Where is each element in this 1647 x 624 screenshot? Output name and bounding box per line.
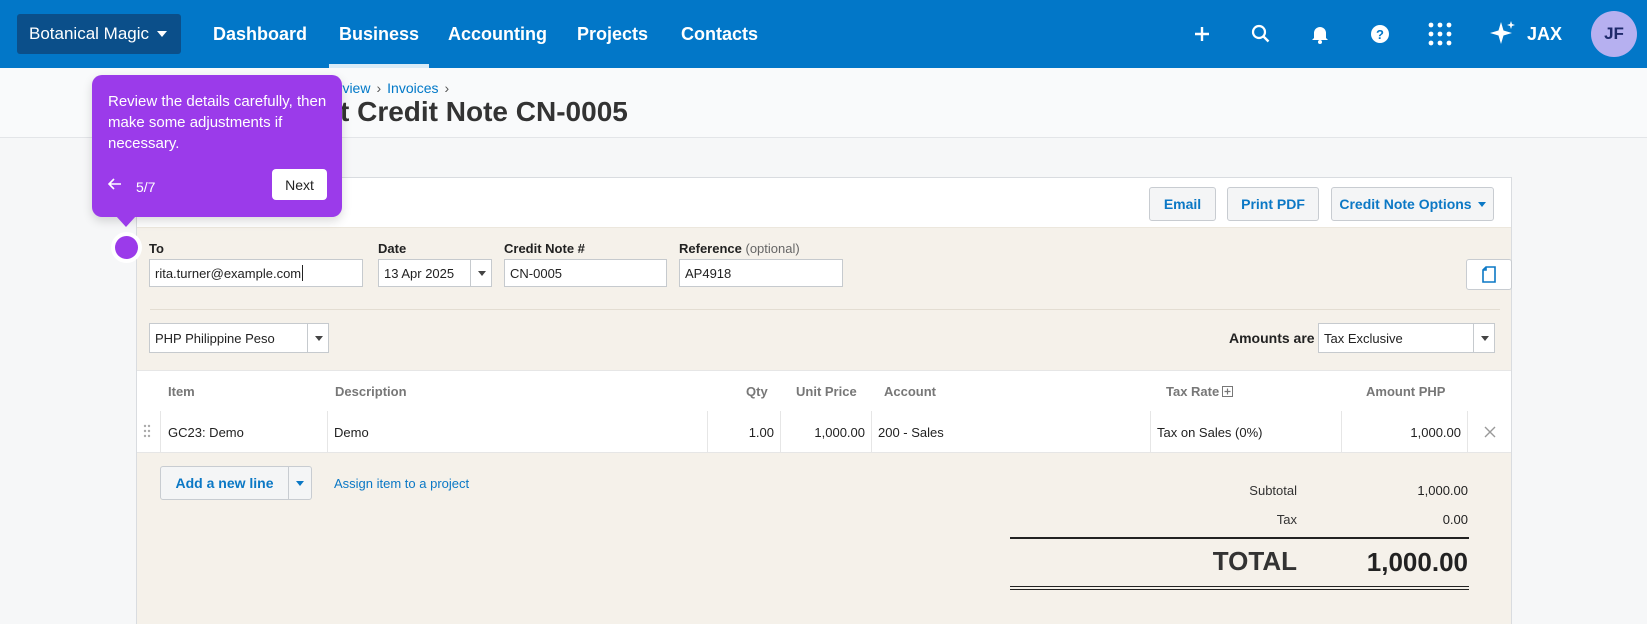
amounts-are-value: Tax Exclusive	[1324, 330, 1403, 346]
col-amount: Amount PHP	[1366, 384, 1446, 399]
to-input-value: rita.turner@example.com	[155, 265, 302, 281]
walkthrough-beacon[interactable]	[115, 236, 138, 259]
totals-divider	[1010, 537, 1469, 539]
credit-note-number-label: Credit Note #	[504, 241, 585, 256]
form-divider	[150, 309, 1500, 310]
expand-plus-icon[interactable]	[1222, 386, 1234, 397]
chevron-down-icon	[314, 335, 323, 341]
print-pdf-button[interactable]: Print PDF	[1227, 187, 1319, 221]
col-account: Account	[884, 384, 936, 399]
breadcrumb-separator: ›	[376, 80, 382, 96]
tooltip-message: Review the details carefully, then make …	[108, 93, 327, 152]
cell-tax-rate[interactable]: Tax on Sales (0%)	[1150, 411, 1342, 453]
sparkle-icon[interactable]	[1488, 18, 1518, 50]
page-title-text: Credit Note CN-0005	[357, 96, 628, 127]
copy-document-button[interactable]	[1466, 259, 1512, 290]
col-tax-rate-label: Tax Rate	[1166, 384, 1220, 399]
tax-value: 0.00	[1442, 512, 1468, 527]
breadcrumb-separator: ›	[444, 80, 450, 96]
search-icon[interactable]	[1245, 18, 1277, 50]
col-item: Item	[168, 384, 195, 399]
breadcrumb: erview › Invoices ›	[330, 80, 455, 96]
cell-item[interactable]: GC23: Demo	[160, 411, 328, 453]
date-input[interactable]: 13 Apr 2025	[378, 259, 492, 287]
drag-handle-icon[interactable]	[143, 424, 151, 443]
cell-amount[interactable]: 1,000.00	[1341, 411, 1468, 453]
org-switcher[interactable]: Botanical Magic	[17, 14, 181, 54]
delete-row-button[interactable]	[1467, 411, 1511, 453]
cell-account[interactable]: 200 - Sales	[871, 411, 1150, 453]
back-arrow-icon[interactable]	[107, 177, 122, 194]
add-new-line-button[interactable]: Add a new line	[161, 467, 289, 499]
page-title: t Credit Note CN-0005	[340, 96, 628, 128]
apps-grid-icon[interactable]	[1424, 18, 1456, 50]
date-label: Date	[378, 241, 407, 256]
reference-input[interactable]: AP4918	[679, 259, 843, 287]
date-dropdown-button[interactable]	[470, 259, 492, 287]
email-button[interactable]: Email	[1149, 187, 1216, 221]
to-label: To	[149, 241, 164, 256]
add-line-dropdown-button[interactable]	[288, 467, 311, 499]
chevron-down-icon	[157, 31, 168, 37]
bell-icon[interactable]	[1304, 18, 1336, 50]
subtotal-label: Subtotal	[1249, 483, 1297, 498]
cell-unit-price[interactable]: 1,000.00	[780, 411, 871, 453]
chevron-down-icon	[295, 480, 304, 486]
tooltip-next-button[interactable]: Next	[272, 169, 327, 200]
document-icon	[1482, 266, 1496, 283]
reference-optional-text: (optional)	[745, 241, 800, 256]
amounts-are-dropdown-button[interactable]	[1473, 323, 1495, 353]
cell-qty[interactable]: 1.00	[707, 411, 781, 453]
subtotal-value: 1,000.00	[1417, 483, 1468, 498]
avatar[interactable]: JF	[1591, 11, 1637, 57]
nav-business[interactable]: Business	[328, 0, 430, 68]
currency-dropdown-button[interactable]	[307, 323, 329, 353]
amounts-are-select[interactable]: Tax Exclusive	[1318, 323, 1495, 353]
assign-project-link[interactable]: Assign item to a project	[334, 476, 469, 491]
credit-note-options-button[interactable]: Credit Note Options	[1331, 187, 1494, 221]
nav-contacts[interactable]: Contacts	[681, 0, 758, 68]
col-qty: Qty	[746, 384, 768, 399]
to-input[interactable]: rita.turner@example.com	[149, 259, 363, 287]
col-description: Description	[335, 384, 407, 399]
chevron-down-icon	[1477, 201, 1486, 207]
nav-accounting[interactable]: Accounting	[448, 0, 547, 68]
top-navigation-bar: Botanical Magic Dashboard Business Accou…	[0, 0, 1647, 68]
help-icon[interactable]: ?	[1364, 18, 1396, 50]
date-input-value: 13 Apr 2025	[384, 265, 455, 281]
col-unit-price: Unit Price	[796, 384, 857, 399]
total-double-underline	[1010, 586, 1469, 590]
credit-note-number-value: CN-0005	[510, 265, 563, 281]
tooltip-pointer	[116, 216, 136, 227]
tooltip-step-counter: 5/7	[136, 179, 156, 195]
currency-select[interactable]: PHP Philippine Peso	[149, 323, 329, 353]
jax-label[interactable]: JAX	[1527, 0, 1562, 68]
plus-icon[interactable]	[1186, 18, 1218, 50]
credit-note-options-label: Credit Note Options	[1339, 196, 1472, 212]
breadcrumb-invoices[interactable]: Invoices	[387, 80, 438, 96]
credit-note-form	[137, 228, 1511, 370]
chevron-down-icon	[1480, 335, 1489, 341]
reference-label-text: Reference	[679, 241, 742, 256]
add-line-control: Add a new line	[160, 466, 312, 500]
walkthrough-tooltip: Review the details carefully, then make …	[92, 75, 342, 217]
nav-dashboard[interactable]: Dashboard	[213, 0, 307, 68]
tax-label: Tax	[1276, 512, 1297, 527]
col-tax-rate: Tax Rate	[1166, 384, 1234, 399]
close-icon	[1484, 426, 1495, 438]
nav-projects[interactable]: Projects	[577, 0, 648, 68]
text-cursor	[302, 265, 304, 281]
reference-input-value: AP4918	[685, 265, 732, 281]
amounts-are-label: Amounts are	[1229, 330, 1315, 346]
svg-text:?: ?	[1376, 27, 1384, 42]
credit-note-number-input[interactable]: CN-0005	[504, 259, 667, 287]
chevron-down-icon	[477, 270, 486, 276]
total-value: 1,000.00	[1366, 547, 1468, 577]
currency-select-value: PHP Philippine Peso	[155, 330, 275, 346]
reference-label: Reference (optional)	[679, 241, 800, 256]
total-label: TOTAL	[1212, 546, 1297, 576]
org-name: Botanical Magic	[29, 24, 150, 43]
cell-description[interactable]: Demo	[327, 411, 708, 453]
